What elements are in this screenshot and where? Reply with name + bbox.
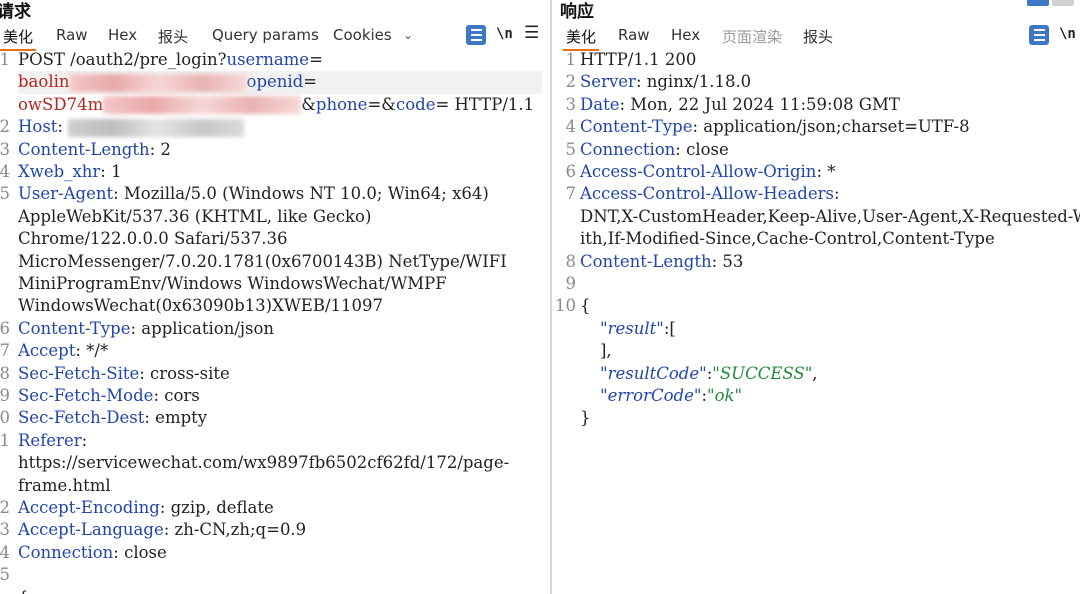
- tab-hex[interactable]: Hex: [108, 26, 137, 44]
- redacted-host: [68, 118, 245, 137]
- tab-raw[interactable]: Raw: [56, 26, 88, 44]
- tab-hex[interactable]: Hex: [671, 26, 700, 44]
- request-tabs: 美化 Raw Hex 报头 Query params Cookies ⌄ \n …: [0, 23, 550, 51]
- tab-cookies[interactable]: Cookies: [333, 26, 392, 44]
- newline-toggle-icon[interactable]: \n: [1059, 26, 1076, 42]
- tab-pretty[interactable]: 美化: [0, 26, 37, 51]
- tab-query-params[interactable]: Query params: [212, 26, 319, 44]
- layout-toggle[interactable]: [1027, 0, 1074, 6]
- response-pane: 响应 美化 Raw Hex 页面渲染 报头 \n 1 HTTP/1.1 200 …: [552, 0, 1080, 594]
- chevron-down-icon[interactable]: ⌄: [403, 28, 413, 42]
- response-title: 响应: [560, 2, 594, 22]
- tab-headers[interactable]: 报头: [803, 26, 833, 47]
- layout-stack-icon[interactable]: [1052, 0, 1074, 6]
- tab-headers[interactable]: 报头: [158, 26, 188, 47]
- pretty-print-toggle[interactable]: [1029, 25, 1049, 45]
- request-editor[interactable]: 1 POST /oauth2/pre_login?username= baoli…: [0, 49, 550, 594]
- menu-icon[interactable]: ☰: [524, 23, 539, 43]
- tab-raw[interactable]: Raw: [618, 26, 650, 44]
- request-title: 请求: [0, 2, 31, 22]
- pretty-print-icon: [1029, 25, 1049, 45]
- response-tabs: 美化 Raw Hex 页面渲染 报头 \n: [552, 24, 1080, 51]
- request-pane: 请求 美化 Raw Hex 报头 Query params Cookies ⌄ …: [0, 0, 550, 594]
- pretty-print-toggle[interactable]: [466, 25, 486, 45]
- line-number: 1: [0, 50, 10, 69]
- newline-toggle-icon[interactable]: \n: [496, 26, 513, 42]
- redacted-openid: [103, 96, 302, 115]
- response-editor[interactable]: 1 HTTP/1.1 200 2 Server: nginx/1.18.0 3 …: [552, 49, 1080, 594]
- layout-split-icon[interactable]: [1027, 0, 1049, 6]
- pretty-print-icon: [466, 25, 486, 45]
- tab-pretty[interactable]: 美化: [562, 26, 600, 51]
- redacted-username: [69, 73, 247, 92]
- tab-render[interactable]: 页面渲染: [722, 26, 782, 47]
